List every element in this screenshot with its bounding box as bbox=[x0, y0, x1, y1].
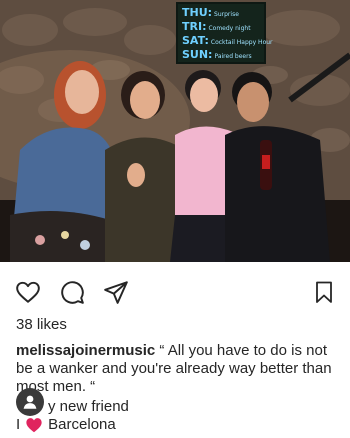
share-button[interactable] bbox=[102, 278, 130, 306]
chalkboard-event: Paired beers bbox=[214, 53, 252, 60]
user-silhouette-icon bbox=[23, 395, 37, 409]
heart-outline-icon bbox=[16, 281, 40, 303]
post-photo[interactable]: THU: Surprise TRI: Comedy night SAT: Coc… bbox=[0, 0, 350, 262]
chalkboard-day: TRI: bbox=[182, 20, 207, 33]
photo-scene bbox=[0, 0, 350, 262]
avatar[interactable] bbox=[16, 388, 44, 416]
chalkboard-day: THU: bbox=[182, 6, 213, 19]
comment-button[interactable] bbox=[58, 278, 86, 306]
post-action-bar bbox=[0, 272, 350, 312]
caption-line-suffix: Barcelona bbox=[48, 416, 116, 433]
chalkboard-line: SAT: Cocktail Happy Hour bbox=[182, 34, 273, 48]
likes-count[interactable]: 38 likes bbox=[16, 316, 67, 333]
chalkboard-line: TRI: Comedy night bbox=[182, 20, 260, 34]
chalkboard-event: Comedy night bbox=[208, 25, 251, 32]
caption-line-barcelona: I Barcelona bbox=[16, 416, 116, 433]
caption-line-prefix: I bbox=[16, 416, 21, 433]
chalkboard-event: Surprise bbox=[214, 11, 239, 18]
like-button[interactable] bbox=[14, 278, 42, 306]
chalkboard-day: SAT: bbox=[182, 34, 209, 47]
paper-plane-icon bbox=[104, 281, 128, 304]
chalkboard-line: THU: Surprise bbox=[182, 6, 260, 20]
caption-line-new-friend: y new friend bbox=[48, 398, 129, 415]
caption-line-text: y new friend bbox=[48, 398, 129, 415]
post-caption: melissajoinermusic “ All you have to do … bbox=[16, 342, 338, 396]
caption-username[interactable]: melissajoinermusic bbox=[16, 342, 155, 359]
save-button[interactable] bbox=[310, 278, 338, 306]
chalkboard-day: SUN: bbox=[182, 48, 213, 61]
chalkboard-event: Cocktail Happy Hour bbox=[210, 39, 273, 46]
red-heart-icon bbox=[26, 417, 42, 432]
chalkboard-line: SUN: Paired beers bbox=[182, 48, 260, 62]
chalkboard-sign: THU: Surprise TRI: Comedy night SAT: Coc… bbox=[176, 2, 273, 64]
comment-bubble-icon bbox=[61, 281, 84, 304]
bookmark-icon bbox=[316, 281, 332, 303]
